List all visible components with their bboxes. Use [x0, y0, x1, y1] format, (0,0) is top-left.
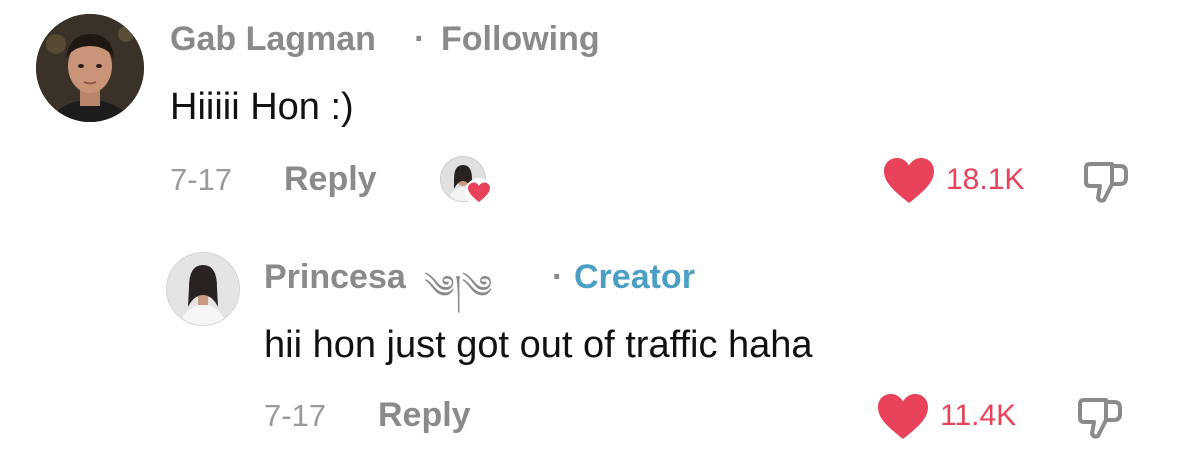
creator-label: Creator: [574, 258, 695, 296]
like-count: 18.1K: [946, 163, 1025, 196]
dislike-icon[interactable]: [1082, 156, 1132, 206]
following-label: Following: [441, 20, 600, 58]
comment-text: Hiiiii Hon :): [170, 86, 354, 128]
comment-date: 7-17: [170, 162, 233, 197]
reply-comment-item: Princesa ༄།༄ · Creator hii hon just got …: [0, 230, 1179, 458]
heart-icon[interactable]: [882, 157, 936, 205]
creator-like-badge: [440, 156, 496, 206]
avatar-photo: [167, 253, 239, 325]
avatar[interactable]: [166, 252, 240, 326]
heart-icon: [465, 178, 493, 206]
heart-icon[interactable]: [876, 393, 930, 441]
comment-date: 7-17: [264, 398, 327, 433]
avatar[interactable]: [36, 14, 144, 122]
like-count: 11.4K: [940, 399, 1017, 432]
separator-dot: ·: [414, 20, 426, 58]
username[interactable]: Gab Lagman: [170, 20, 376, 59]
reply-button[interactable]: Reply: [284, 160, 377, 199]
comment-text: hii hon just got out of traffic haha: [264, 324, 813, 366]
avatar-photo: [36, 14, 144, 122]
reply-button[interactable]: Reply: [378, 396, 471, 435]
username[interactable]: Princesa: [264, 258, 406, 297]
comment-item: Gab Lagman · Following Hiiiii Hon :) 7-1…: [0, 0, 1179, 230]
dislike-icon[interactable]: [1076, 392, 1126, 442]
separator-dot: ·: [552, 258, 564, 296]
